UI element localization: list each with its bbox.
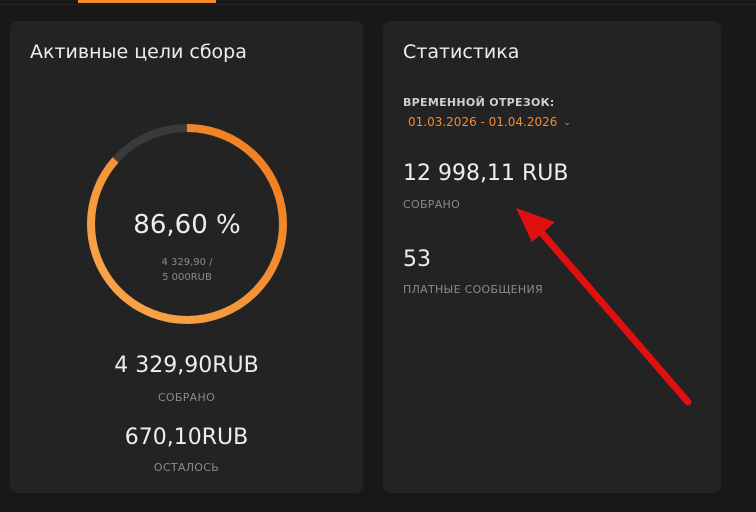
stats-collected-value: 12 998,11 RUB	[403, 161, 569, 186]
progress-amount-text: 4 329,90 / 5 000RUB	[85, 255, 289, 285]
goal-collected-amount: 4 329,90RUB	[114, 353, 259, 378]
stats-card-title: Статистика	[403, 41, 520, 63]
goal-collected-label: СОБРАНО	[157, 391, 216, 404]
top-divider	[0, 4, 756, 5]
progress-amount-line2: 5 000RUB	[162, 272, 212, 283]
paid-messages-label: ПЛАТНЫЕ СООБЩЕНИЯ	[403, 283, 543, 296]
progress-percent: 86,60 %	[133, 210, 241, 240]
active-goals-card: Активные цели сбора 86,60 % 4 329,90 / 5…	[10, 21, 363, 493]
stats-collected-label: СОБРАНО	[403, 198, 461, 211]
period-value: 01.03.2026 - 01.04.2026	[408, 115, 558, 129]
goal-progress-ring: 86,60 % 4 329,90 / 5 000RUB	[85, 122, 289, 326]
goals-card-title: Активные цели сбора	[30, 41, 247, 63]
paid-messages-value: 53	[403, 247, 431, 272]
active-tab-indicator	[78, 0, 216, 3]
statistics-card: Статистика ВРЕМЕННОЙ ОТРЕЗОК: 01.03.2026…	[383, 21, 721, 493]
page: Активные цели сбора 86,60 % 4 329,90 / 5…	[0, 0, 756, 512]
period-dropdown[interactable]: 01.03.2026 - 01.04.2026 ⌄	[408, 115, 571, 129]
goal-remaining-label: ОСТАЛОСЬ	[153, 461, 220, 474]
progress-amount-line1: 4 329,90 /	[161, 257, 213, 268]
goal-remaining-amount: 670,10RUB	[124, 425, 249, 450]
chevron-down-icon: ⌄	[563, 118, 571, 128]
period-label: ВРЕМЕННОЙ ОТРЕЗОК:	[403, 96, 555, 109]
